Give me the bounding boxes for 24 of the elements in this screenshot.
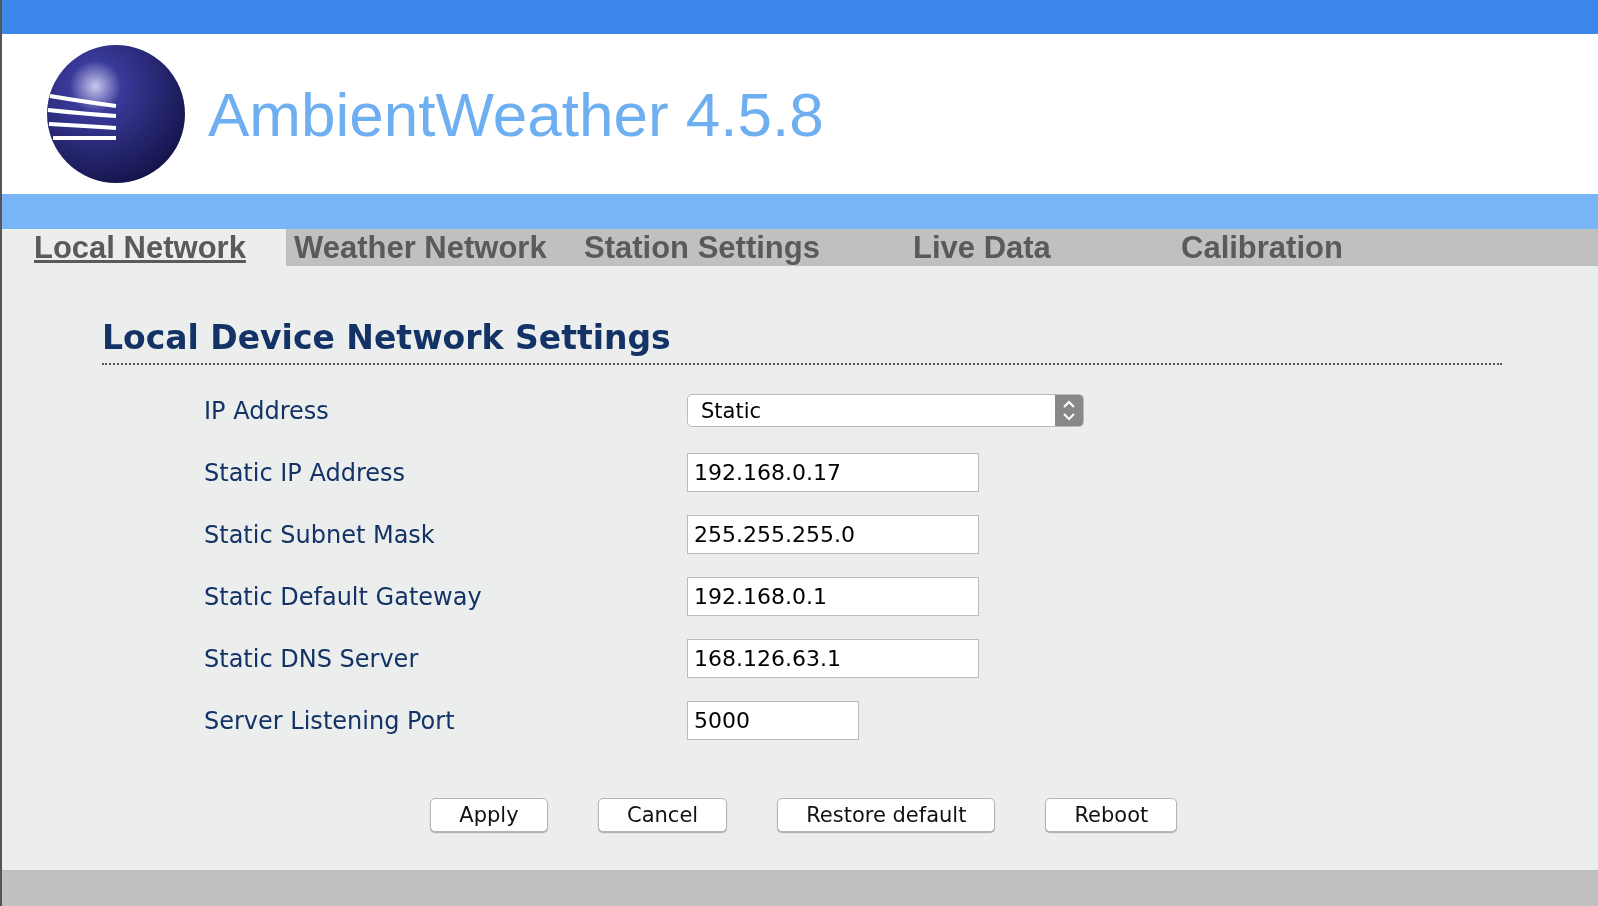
field-label: Static Subnet Mask xyxy=(204,520,436,549)
nav-tab[interactable]: Station Settings xyxy=(576,229,898,266)
nav-tab[interactable]: Local Network xyxy=(2,229,286,266)
ip-mode-select[interactable]: Static xyxy=(687,394,1084,427)
action-button[interactable]: Reboot xyxy=(1045,798,1178,832)
input-field[interactable]: 5000 xyxy=(687,701,859,740)
input-field[interactable]: 168.126.63.1 xyxy=(687,639,979,678)
nav-tab[interactable]: Live Data xyxy=(898,229,1181,266)
field-label: Static IP Address xyxy=(204,458,406,487)
input-field[interactable]: 255.255.255.0 xyxy=(687,515,979,554)
field-label: Static Default Gateway xyxy=(204,582,483,611)
action-button[interactable]: Restore default xyxy=(777,798,996,832)
action-button[interactable]: Cancel xyxy=(598,798,728,832)
field-label: Static DNS Server xyxy=(204,644,420,673)
field-label: IP Address xyxy=(204,396,330,425)
stepper-icon xyxy=(1055,395,1083,426)
nav-tab[interactable]: Calibration xyxy=(1181,229,1461,266)
app-title: AmbientWeather 4.5.8 xyxy=(208,78,824,150)
field-label: Server Listening Port xyxy=(204,706,456,735)
input-field[interactable]: 192.168.0.1 xyxy=(687,577,979,616)
action-button[interactable]: Apply xyxy=(430,798,548,832)
nav-tab[interactable]: Weather Network xyxy=(286,229,576,266)
input-field[interactable]: 192.168.0.17 xyxy=(687,453,979,492)
section-heading: Local Device Network Settings xyxy=(102,318,1502,365)
